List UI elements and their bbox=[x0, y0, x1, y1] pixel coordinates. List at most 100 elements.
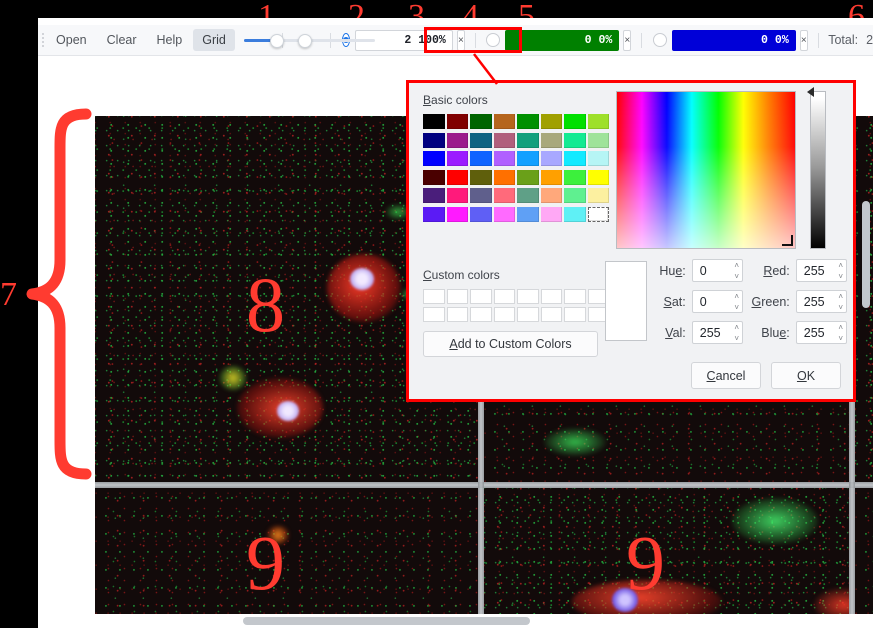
channel-count-green[interactable]: 0 0% bbox=[505, 29, 620, 51]
cancel-button[interactable]: Cancel bbox=[691, 362, 761, 389]
slider-2[interactable] bbox=[292, 31, 376, 49]
blue-input[interactable]: 255 ˄ ˅ bbox=[795, 321, 847, 344]
custom-color-swatch[interactable] bbox=[540, 307, 562, 322]
custom-color-swatch[interactable] bbox=[423, 288, 445, 304]
basic-color-swatch[interactable] bbox=[493, 188, 515, 203]
basic-color-swatch[interactable] bbox=[470, 132, 492, 148]
custom-color-swatch[interactable] bbox=[540, 288, 562, 304]
channel-radio-blue[interactable] bbox=[652, 33, 667, 47]
green-input[interactable]: 255 ˄ ˅ bbox=[795, 290, 847, 313]
basic-color-swatch[interactable] bbox=[564, 132, 586, 148]
basic-color-swatch[interactable] bbox=[446, 169, 468, 185]
horizontal-scrollbar[interactable] bbox=[38, 614, 873, 628]
basic-color-swatch[interactable] bbox=[517, 114, 539, 129]
blue-spinner-arrows[interactable]: ˄ ˅ bbox=[838, 323, 843, 344]
basic-color-swatch[interactable] bbox=[517, 132, 539, 148]
green-spinner-arrows[interactable]: ˄ ˅ bbox=[838, 292, 843, 313]
basic-color-swatch[interactable] bbox=[564, 188, 586, 203]
hue-input[interactable]: 0 ˄ ˅ bbox=[691, 259, 744, 282]
sat-input[interactable]: 0 ˄ ˅ bbox=[691, 290, 744, 313]
clear-button[interactable]: Clear bbox=[98, 29, 146, 51]
horizontal-scrollbar-thumb[interactable] bbox=[243, 617, 530, 625]
val-spinner-arrows[interactable]: ˄ ˅ bbox=[734, 323, 739, 344]
custom-color-swatch[interactable] bbox=[423, 307, 445, 322]
slider-2-knob[interactable] bbox=[298, 34, 313, 48]
open-button[interactable]: Open bbox=[47, 29, 96, 51]
basic-color-swatch[interactable] bbox=[564, 114, 586, 129]
basic-color-swatch[interactable] bbox=[470, 188, 492, 203]
slider-1-knob[interactable] bbox=[269, 34, 284, 48]
gradient-crosshair-marker[interactable] bbox=[782, 235, 793, 246]
basic-color-swatch[interactable] bbox=[423, 114, 445, 129]
basic-color-swatch[interactable] bbox=[493, 206, 515, 222]
basic-color-swatch[interactable] bbox=[446, 206, 468, 222]
basic-color-swatch[interactable] bbox=[587, 206, 609, 222]
basic-color-swatch[interactable] bbox=[564, 169, 586, 185]
color-picker-dialog[interactable]: Basic colors Custom colors Add to Custom… bbox=[406, 80, 856, 402]
channel-clear-blue-button[interactable]: × bbox=[799, 29, 808, 51]
basic-color-swatch[interactable] bbox=[564, 151, 586, 166]
basic-color-swatch[interactable] bbox=[493, 169, 515, 185]
basic-color-swatch[interactable] bbox=[423, 132, 445, 148]
basic-color-swatch[interactable] bbox=[540, 132, 562, 148]
basic-color-swatch[interactable] bbox=[493, 114, 515, 129]
channel-clear-green-button[interactable]: × bbox=[623, 29, 632, 51]
basic-color-swatch[interactable] bbox=[587, 114, 609, 129]
slider-1[interactable] bbox=[243, 31, 327, 49]
val-input[interactable]: 255 ˄ ˅ bbox=[691, 321, 744, 344]
basic-color-swatch[interactable] bbox=[517, 169, 539, 185]
ok-button[interactable]: OK bbox=[771, 362, 841, 389]
saturation-value-gradient[interactable] bbox=[616, 91, 796, 249]
basic-color-swatch[interactable] bbox=[517, 151, 539, 166]
basic-color-swatch[interactable] bbox=[540, 169, 562, 185]
sat-spinner-arrows[interactable]: ˄ ˅ bbox=[734, 292, 739, 313]
toolbar-drag-handle[interactable] bbox=[41, 31, 44, 49]
basic-color-swatch[interactable] bbox=[587, 132, 609, 148]
add-to-custom-colors-button[interactable]: Add to Custom Colors bbox=[423, 331, 598, 357]
custom-color-swatch[interactable] bbox=[446, 288, 468, 304]
basic-color-swatch[interactable] bbox=[587, 151, 609, 166]
basic-color-swatch[interactable] bbox=[470, 169, 492, 185]
value-slider[interactable] bbox=[810, 91, 826, 249]
custom-color-swatch[interactable] bbox=[493, 288, 515, 304]
vertical-scrollbar[interactable] bbox=[860, 56, 873, 614]
custom-color-swatch[interactable] bbox=[517, 307, 539, 322]
basic-color-swatch[interactable] bbox=[423, 206, 445, 222]
basic-color-swatch[interactable] bbox=[540, 188, 562, 203]
custom-color-swatch[interactable] bbox=[446, 307, 468, 322]
basic-color-swatch[interactable] bbox=[423, 188, 445, 203]
basic-color-swatch[interactable] bbox=[517, 188, 539, 203]
help-button[interactable]: Help bbox=[148, 29, 192, 51]
basic-color-swatch[interactable] bbox=[446, 188, 468, 203]
grid-button[interactable]: Grid bbox=[193, 29, 235, 51]
custom-color-swatch[interactable] bbox=[493, 307, 515, 322]
basic-color-swatch[interactable] bbox=[423, 151, 445, 166]
custom-color-swatch[interactable] bbox=[517, 288, 539, 304]
red-input[interactable]: 255 ˄ ˅ bbox=[795, 259, 847, 282]
basic-color-swatch[interactable] bbox=[493, 132, 515, 148]
basic-color-swatch[interactable] bbox=[564, 206, 586, 222]
custom-color-swatch[interactable] bbox=[470, 307, 492, 322]
basic-color-swatch[interactable] bbox=[587, 169, 609, 185]
custom-color-swatch[interactable] bbox=[470, 288, 492, 304]
basic-color-swatch[interactable] bbox=[446, 132, 468, 148]
basic-color-swatch[interactable] bbox=[493, 151, 515, 166]
basic-color-swatch[interactable] bbox=[470, 206, 492, 222]
hue-spinner-arrows[interactable]: ˄ ˅ bbox=[734, 261, 739, 282]
value-slider-arrow-icon[interactable] bbox=[807, 87, 814, 97]
custom-color-swatch[interactable] bbox=[564, 307, 586, 322]
image-tile-4[interactable] bbox=[484, 488, 849, 614]
basic-color-swatch[interactable] bbox=[446, 151, 468, 166]
basic-color-swatch[interactable] bbox=[470, 151, 492, 166]
basic-color-swatch[interactable] bbox=[587, 188, 609, 203]
basic-color-swatch[interactable] bbox=[517, 206, 539, 222]
basic-color-swatch[interactable] bbox=[423, 169, 445, 185]
basic-color-swatch[interactable] bbox=[540, 151, 562, 166]
basic-color-swatch[interactable] bbox=[470, 114, 492, 129]
basic-color-swatch[interactable] bbox=[540, 114, 562, 129]
vertical-scrollbar-thumb[interactable] bbox=[862, 201, 870, 308]
red-spinner-arrows[interactable]: ˄ ˅ bbox=[838, 261, 843, 282]
image-tile-3[interactable] bbox=[95, 488, 478, 614]
custom-color-swatch[interactable] bbox=[564, 288, 586, 304]
basic-color-swatch[interactable] bbox=[446, 114, 468, 129]
